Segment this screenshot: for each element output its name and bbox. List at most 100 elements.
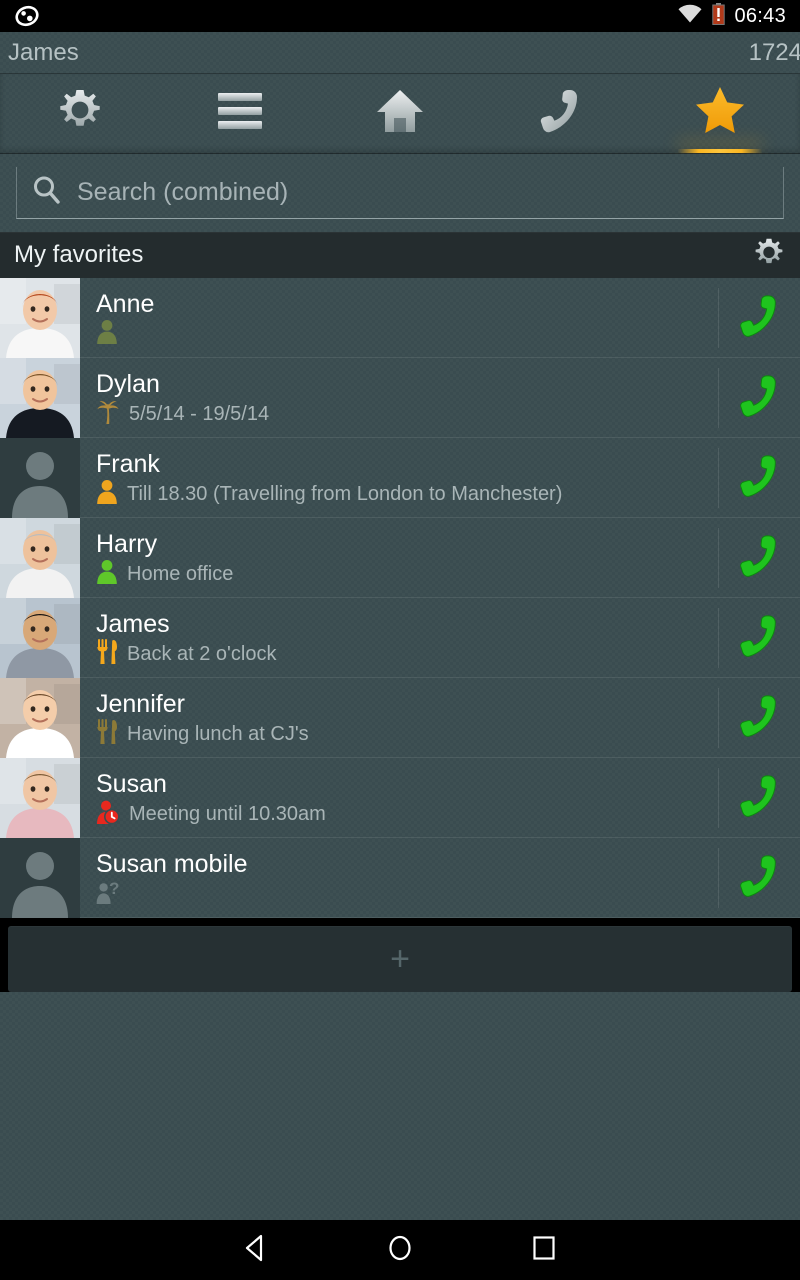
contact-row[interactable]: Frank Till 18.30 (Travelling from London … bbox=[0, 438, 800, 518]
cutlery-icon bbox=[96, 638, 118, 670]
title-bar: James 1724 bbox=[0, 32, 800, 74]
contact-row[interactable]: Anne bbox=[0, 278, 800, 358]
avatar[interactable] bbox=[0, 278, 80, 358]
tab-bar bbox=[0, 74, 800, 154]
phone-icon bbox=[736, 692, 782, 745]
contact-name: Jennifer bbox=[96, 690, 185, 718]
contact-row[interactable]: James Back at 2 o'clock bbox=[0, 598, 800, 678]
contact-status: Having lunch at CJ's bbox=[96, 718, 718, 750]
avatar[interactable] bbox=[0, 838, 80, 918]
contact-status-text: Back at 2 o'clock bbox=[127, 643, 277, 665]
contact-row[interactable]: Jennifer Having lunch at CJ's bbox=[0, 678, 800, 758]
app-notification-icon bbox=[14, 3, 40, 29]
phone-icon bbox=[736, 612, 782, 665]
call-button[interactable] bbox=[718, 678, 800, 758]
contact-info: Dylan 5/5/14 - 19/5/14 bbox=[80, 358, 718, 438]
battery-low-icon bbox=[712, 2, 726, 30]
contact-info: Susan Meeting until 10.30am bbox=[80, 758, 718, 838]
tab-selected-indicator bbox=[677, 149, 763, 153]
search-field[interactable] bbox=[16, 167, 784, 219]
call-button[interactable] bbox=[718, 278, 800, 358]
person-question-icon: ? bbox=[96, 879, 120, 910]
palm-tree-icon bbox=[96, 399, 120, 430]
section-title: My favorites bbox=[14, 241, 144, 268]
contact-info: James Back at 2 o'clock bbox=[80, 598, 718, 678]
avatar[interactable] bbox=[0, 358, 80, 438]
section-header-my-favorites: My favorites bbox=[0, 232, 800, 278]
contact-name: Susan mobile bbox=[96, 850, 248, 878]
gear-icon bbox=[55, 86, 105, 141]
avatar[interactable] bbox=[0, 678, 80, 758]
contact-status-text: Having lunch at CJ's bbox=[127, 723, 309, 745]
contact-status: 5/5/14 - 19/5/14 bbox=[96, 399, 718, 430]
avatar[interactable] bbox=[0, 438, 80, 518]
add-favorite-button[interactable]: + bbox=[8, 926, 792, 992]
gear-icon[interactable] bbox=[752, 236, 786, 275]
call-button[interactable] bbox=[718, 758, 800, 838]
phone-icon bbox=[736, 372, 782, 425]
contact-row[interactable]: Susan mobile? bbox=[0, 838, 800, 918]
tab-favorites[interactable] bbox=[640, 74, 800, 153]
contact-info: Frank Till 18.30 (Travelling from London … bbox=[80, 438, 718, 518]
phone-icon bbox=[736, 852, 782, 905]
menu-icon bbox=[216, 91, 264, 136]
person-icon bbox=[96, 319, 118, 350]
call-button[interactable] bbox=[718, 598, 800, 678]
star-icon bbox=[693, 85, 747, 142]
home-icon bbox=[375, 88, 425, 139]
status-bar-clock: 06:43 bbox=[734, 4, 786, 27]
call-button[interactable] bbox=[718, 358, 800, 438]
back-icon[interactable] bbox=[239, 1231, 273, 1270]
avatar[interactable] bbox=[0, 518, 80, 598]
plus-icon: + bbox=[390, 940, 410, 978]
contact-status bbox=[96, 319, 718, 350]
contact-name: Anne bbox=[96, 290, 155, 318]
tab-settings[interactable] bbox=[0, 74, 160, 153]
contact-row[interactable]: Harry Home office bbox=[0, 518, 800, 598]
person-icon bbox=[96, 559, 118, 590]
recents-icon[interactable] bbox=[527, 1231, 561, 1270]
contact-status: Back at 2 o'clock bbox=[96, 638, 718, 670]
cutlery-icon bbox=[96, 718, 118, 750]
avatar[interactable] bbox=[0, 758, 80, 838]
contact-name: Dylan bbox=[96, 370, 160, 398]
person-icon bbox=[96, 479, 118, 510]
contact-info: Susan mobile? bbox=[80, 838, 718, 918]
tab-menu[interactable] bbox=[160, 74, 320, 153]
android-navigation-bar bbox=[0, 1220, 800, 1280]
contact-name: Harry bbox=[96, 530, 158, 558]
tab-calls[interactable] bbox=[480, 74, 640, 153]
phone-icon bbox=[736, 452, 782, 505]
contact-name: James bbox=[96, 610, 170, 638]
search-bar bbox=[0, 154, 800, 232]
phone-icon bbox=[736, 292, 782, 345]
contact-status: Home office bbox=[96, 559, 718, 590]
favorites-list: Anne Dylan 5/5/14 - 19/5/14 Frank Till 18.30… bbox=[0, 278, 800, 918]
call-button[interactable] bbox=[718, 838, 800, 918]
tab-home[interactable] bbox=[320, 74, 480, 153]
contact-status: ? bbox=[96, 879, 718, 910]
home-icon[interactable] bbox=[383, 1231, 417, 1270]
contact-status-text: 5/5/14 - 19/5/14 bbox=[129, 403, 270, 425]
svg-text:?: ? bbox=[109, 879, 119, 898]
contact-status-text: Till 18.30 (Travelling from London to Ma… bbox=[127, 483, 563, 505]
call-button[interactable] bbox=[718, 518, 800, 598]
contact-row[interactable]: Dylan 5/5/14 - 19/5/14 bbox=[0, 358, 800, 438]
wifi-icon bbox=[677, 4, 703, 29]
list-empty-area bbox=[0, 992, 800, 1220]
contact-status-text: Home office bbox=[127, 563, 234, 585]
search-input[interactable] bbox=[63, 178, 783, 207]
current-user-label: James bbox=[8, 38, 79, 66]
contact-row[interactable]: Susan Meeting until 10.30am bbox=[0, 758, 800, 838]
phone-icon bbox=[736, 532, 782, 585]
contact-status: Till 18.30 (Travelling from London to Ma… bbox=[96, 479, 718, 510]
call-button[interactable] bbox=[718, 438, 800, 518]
phone-icon bbox=[536, 86, 584, 141]
contact-info: Anne bbox=[80, 278, 718, 358]
contact-info: Harry Home office bbox=[80, 518, 718, 598]
contact-status-text: Meeting until 10.30am bbox=[129, 803, 326, 825]
contact-name: Frank bbox=[96, 450, 160, 478]
extension-label: 1724 bbox=[748, 38, 800, 66]
contact-info: Jennifer Having lunch at CJ's bbox=[80, 678, 718, 758]
avatar[interactable] bbox=[0, 598, 80, 678]
